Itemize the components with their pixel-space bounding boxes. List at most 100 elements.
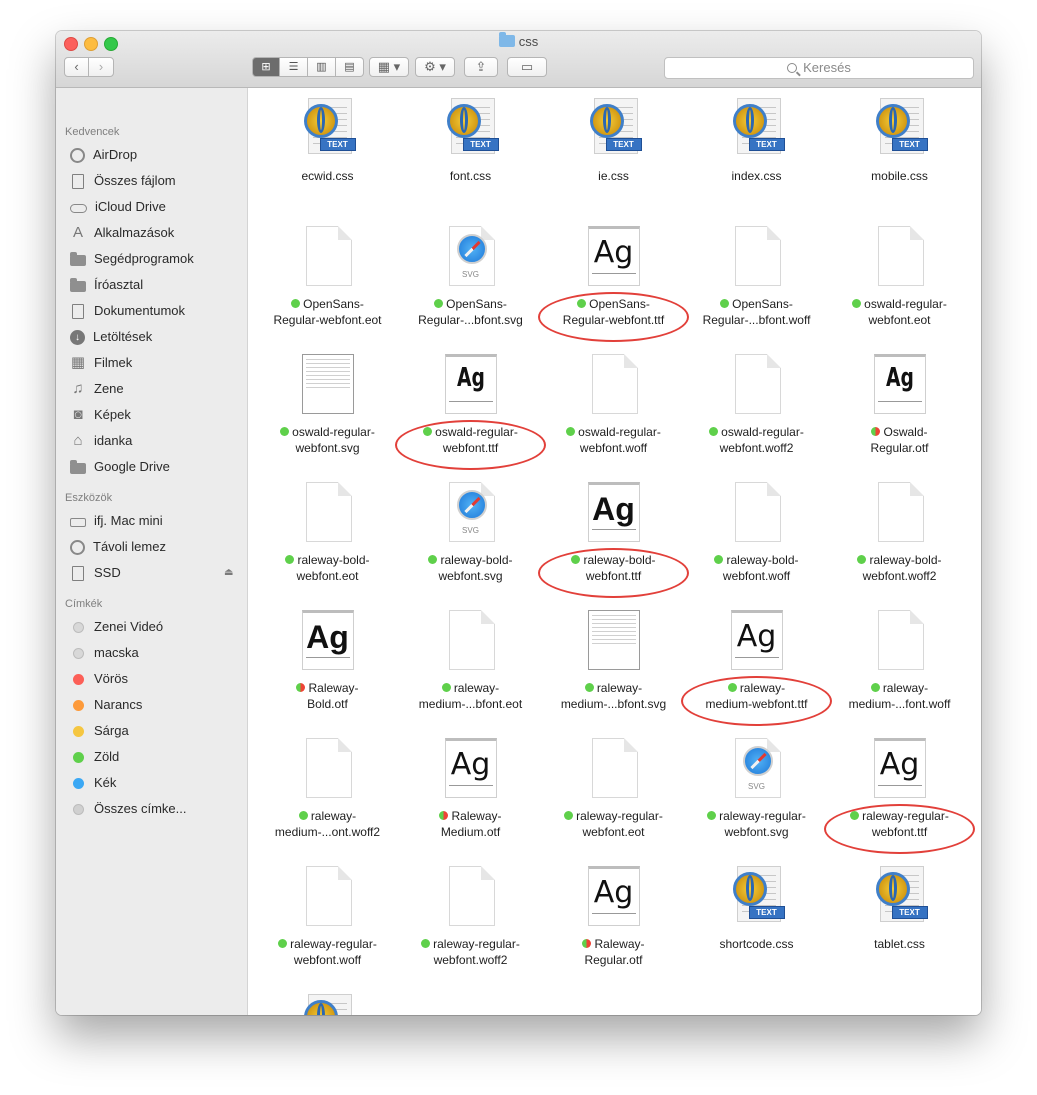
sidebar-item-fav-6[interactable]: Dokumentumok bbox=[70, 300, 185, 322]
file-item[interactable]: Ag Raleway- Regular.otf bbox=[542, 864, 685, 968]
file-item[interactable]: raleway- medium-...font.woff bbox=[828, 608, 971, 712]
file-item[interactable]: TEXT ie.css bbox=[542, 96, 685, 184]
sidebar-tag-0[interactable]: Zenei Videó bbox=[70, 616, 163, 638]
sidebar-item-label: Google Drive bbox=[94, 459, 170, 474]
file-item[interactable]: raleway-regular- webfont.eot bbox=[542, 736, 685, 840]
file-item[interactable]: SVG raleway-bold- webfont.svg bbox=[399, 480, 542, 584]
file-item[interactable]: raleway-bold- webfont.woff2 bbox=[828, 480, 971, 584]
sidebar-item-fav-5[interactable]: Íróasztal bbox=[70, 274, 143, 296]
camera-icon: ◙ bbox=[73, 406, 83, 423]
share-button[interactable]: ⇪ bbox=[464, 57, 498, 77]
file-item[interactable]: SVG OpenSans- Regular-...bfont.svg bbox=[399, 224, 542, 328]
file-name-label: index.css bbox=[685, 168, 828, 184]
action-gear-button[interactable]: ⚙ ▾ bbox=[415, 57, 455, 77]
text-line bbox=[591, 619, 636, 620]
file-name-text: OpenSans- Regular-...bfont.woff bbox=[702, 297, 811, 327]
sidebar-item-fav-2[interactable]: iCloud Drive bbox=[70, 196, 166, 218]
sidebar-item-fav-4[interactable]: Segédprogramok bbox=[70, 248, 194, 270]
file-item[interactable]: raleway- medium-...bfont.eot bbox=[399, 608, 542, 712]
tag-dot-icon bbox=[428, 555, 438, 564]
file-item[interactable]: raleway-bold- webfont.woff bbox=[685, 480, 828, 584]
edit-tags-button[interactable]: ▭ bbox=[507, 57, 547, 77]
sidebar-item-fav-0[interactable]: AirDrop bbox=[70, 144, 137, 166]
file-item[interactable]: OpenSans- Regular-...bfont.woff bbox=[685, 224, 828, 328]
list-view-button[interactable]: ☰ bbox=[280, 57, 308, 77]
file-item[interactable]: TEXT shortcode.css bbox=[685, 864, 828, 952]
file-name-text: raleway-bold- webfont.woff bbox=[722, 553, 799, 583]
file-item[interactable]: Ag Oswald- Regular.otf bbox=[828, 352, 971, 456]
file-item[interactable]: raleway-regular- webfont.woff bbox=[256, 864, 399, 968]
sidebar-item-fav-10[interactable]: ◙ Képek bbox=[70, 404, 130, 426]
file-name-text: raleway-regular- webfont.woff2 bbox=[433, 937, 520, 967]
tag-dot-icon bbox=[278, 939, 288, 948]
file-name-text: OpenSans- Regular-webfont.eot bbox=[273, 297, 382, 327]
file-name-label: oswald-regular- webfont.woff bbox=[542, 424, 685, 456]
folder-icon bbox=[498, 32, 515, 47]
sidebar-item-fav-3[interactable]: A Alkalmazások bbox=[70, 222, 174, 244]
quill-graphic bbox=[888, 107, 897, 133]
file-item[interactable]: oswald-regular- webfont.svg bbox=[256, 352, 399, 456]
file-item[interactable]: raleway- medium-...bfont.svg bbox=[542, 608, 685, 712]
sidebar-item-fav-7[interactable]: ↓ Letöltések bbox=[70, 326, 152, 348]
eject-icon[interactable]: ⏏ bbox=[224, 567, 233, 578]
sidebar-item-fav-8[interactable]: ▦ Filmek bbox=[70, 352, 132, 374]
sidebar-item-dev-0[interactable]: ifj. Mac mini bbox=[70, 510, 163, 532]
font-sample-text: Ag bbox=[885, 363, 914, 393]
file-item[interactable]: Ag Raleway- Medium.otf bbox=[399, 736, 542, 840]
blank-page-graphic bbox=[305, 738, 352, 798]
sidebar-item-fav-11[interactable]: ⌂ idanka bbox=[70, 430, 132, 452]
search-field[interactable]: Keresés bbox=[664, 57, 974, 79]
sidebar-tag-label: Összes címke... bbox=[94, 801, 187, 816]
file-name-label: raleway-bold- webfont.woff bbox=[685, 552, 828, 584]
font-sample-text: Ag bbox=[879, 747, 920, 782]
sidebar-item-dev-2[interactable]: SSD bbox=[70, 562, 121, 584]
file-name-text: font.css bbox=[449, 169, 492, 183]
file-item[interactable]: raleway-bold- webfont.eot bbox=[256, 480, 399, 584]
sidebar-tag-3[interactable]: Narancs bbox=[70, 694, 142, 716]
sidebar-tag-5[interactable]: Zöld bbox=[70, 746, 119, 768]
blank-file-icon bbox=[296, 224, 360, 288]
forward-button[interactable]: › bbox=[88, 57, 114, 77]
file-item[interactable]: SVG raleway-regular- webfont.svg bbox=[685, 736, 828, 840]
file-item[interactable]: oswald-regular- webfont.woff2 bbox=[685, 352, 828, 456]
sidebar-tag-1[interactable]: macska bbox=[70, 642, 139, 664]
file-item[interactable]: TEXT mobile.css bbox=[828, 96, 971, 184]
devices-section-title: Eszközök bbox=[65, 492, 113, 504]
file-item[interactable]: Ag Raleway- Bold.otf bbox=[256, 608, 399, 712]
file-item[interactable]: oswald-regular- webfont.woff bbox=[542, 352, 685, 456]
icon-view-button[interactable]: ⊞ bbox=[252, 57, 280, 77]
file-name-text: index.css bbox=[731, 169, 782, 183]
arrange-button[interactable]: ▦ ▾ bbox=[369, 57, 409, 77]
sidebar-item-fav-9[interactable]: ♫ Zene bbox=[70, 378, 123, 400]
file-item[interactable]: TEXT font.css bbox=[399, 96, 542, 184]
drive-icon bbox=[72, 565, 84, 581]
sidebar-tag-7[interactable]: Összes címke... bbox=[70, 798, 186, 820]
file-item[interactable]: raleway- medium-...ont.woff2 bbox=[256, 736, 399, 840]
font-file-icon: Ag bbox=[582, 864, 646, 928]
baseline-line bbox=[448, 785, 493, 786]
quill-graphic bbox=[745, 107, 754, 133]
sidebar-item-fav-12[interactable]: Google Drive bbox=[70, 456, 170, 478]
blank-file-icon bbox=[439, 608, 503, 672]
file-item[interactable]: TEXT bbox=[256, 992, 399, 1015]
text-line bbox=[591, 627, 636, 628]
sidebar-tag-2[interactable]: Vörös bbox=[70, 668, 128, 690]
sidebar-item-fav-1[interactable]: Összes fájlom bbox=[70, 170, 176, 192]
sidebar-tag-6[interactable]: Kék bbox=[70, 772, 116, 794]
sidebar-tag-4[interactable]: Sárga bbox=[70, 720, 129, 742]
file-item[interactable]: OpenSans- Regular-webfont.eot bbox=[256, 224, 399, 328]
baseline-line bbox=[877, 401, 922, 402]
file-item[interactable]: TEXT tablet.css bbox=[828, 864, 971, 952]
sidebar-item-dev-1[interactable]: Távoli lemez bbox=[70, 536, 166, 558]
coverflow-view-button[interactable]: ▤ bbox=[336, 57, 364, 77]
file-item[interactable]: raleway-regular- webfont.woff2 bbox=[399, 864, 542, 968]
file-item[interactable]: TEXT ecwid.css bbox=[256, 96, 399, 184]
file-item[interactable]: TEXT index.css bbox=[685, 96, 828, 184]
file-name-text: tablet.css bbox=[874, 937, 925, 951]
download-icon: ↓ bbox=[70, 329, 85, 345]
file-item[interactable]: oswald-regular- webfont.eot bbox=[828, 224, 971, 328]
sidebar-tag-label: Zöld bbox=[94, 749, 120, 764]
text-badge: TEXT bbox=[319, 138, 356, 151]
column-view-button[interactable]: ▥ bbox=[308, 57, 336, 77]
back-button[interactable]: ‹ bbox=[64, 57, 89, 77]
